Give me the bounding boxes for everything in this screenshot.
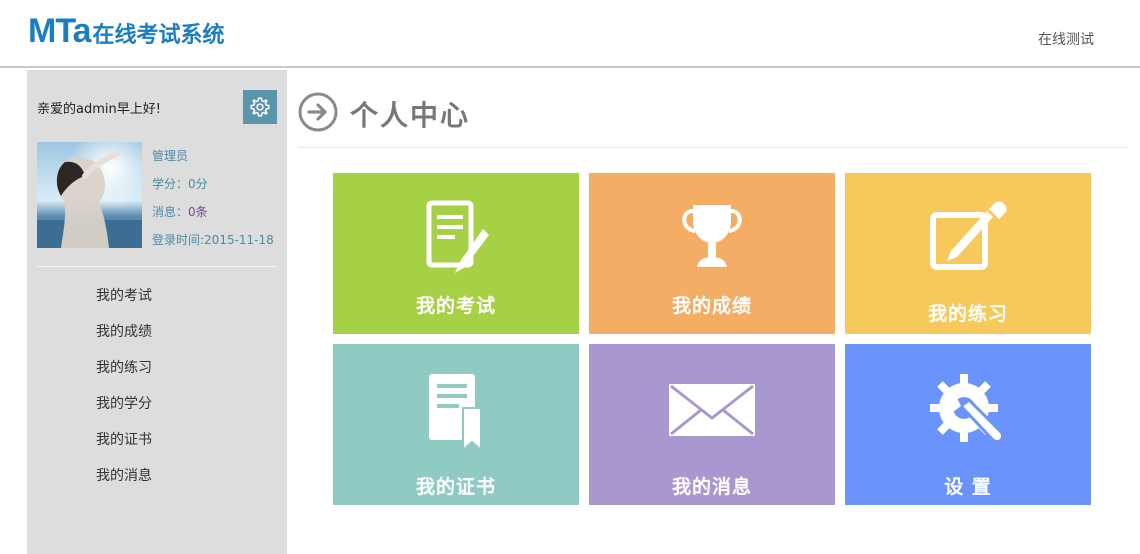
certificate-icon	[429, 374, 482, 452]
sidebar: 亲爱的admin早上好! 管理员 学分：0分 消息：0条 登录时间:2015-1…	[27, 70, 287, 554]
login-value: 2015-11-18	[204, 233, 274, 247]
tile-label: 我的考试	[415, 295, 496, 317]
tile-label: 设 置	[944, 476, 992, 498]
tile-label: 我的成绩	[671, 295, 752, 317]
pencil-square-icon	[930, 201, 1007, 270]
login-label: 登录时间:	[152, 233, 205, 247]
logo-text: 在线考试系统	[92, 23, 225, 48]
logo-mark: MTa	[28, 12, 91, 50]
score-value: 0分	[188, 177, 208, 191]
sidebar-divider	[37, 266, 277, 267]
logo[interactable]: MTa 在线考试系统	[28, 12, 225, 52]
gear-icon	[250, 97, 270, 117]
tile-label: 我的证书	[415, 476, 496, 498]
avatar[interactable]	[37, 142, 142, 248]
tile-settings[interactable]: 设 置	[845, 344, 1091, 505]
tile-my-messages[interactable]: 我的消息	[589, 344, 835, 505]
envelope-icon	[669, 384, 755, 436]
sidebar-item-my-messages[interactable]: 我的消息	[96, 458, 152, 494]
page-header: 个人中心	[298, 88, 1128, 148]
sidebar-item-my-scores[interactable]: 我的成绩	[96, 314, 152, 350]
arrow-right-circle-icon	[298, 92, 338, 132]
messages-value[interactable]: 0条	[188, 205, 208, 219]
messages-label: 消息：	[152, 205, 189, 219]
score-label: 学分：	[152, 177, 189, 191]
settings-wrench-icon	[930, 374, 1004, 443]
tile-label: 我的消息	[671, 476, 752, 498]
score-row: 学分：0分	[152, 170, 274, 198]
user-role[interactable]: 管理员	[152, 142, 274, 170]
sidebar-item-my-exams[interactable]: 我的考试	[96, 278, 152, 314]
user-info: 管理员 学分：0分 消息：0条 登录时间:2015-11-18	[152, 142, 274, 254]
top-header: MTa 在线考试系统 在线测试	[0, 0, 1140, 68]
tile-my-certificates[interactable]: 我的证书	[333, 344, 579, 505]
sidebar-menu: 我的考试 我的成绩 我的练习 我的学分 我的证书 我的消息	[96, 278, 152, 494]
tile-label: 我的练习	[927, 303, 1008, 325]
online-test-link[interactable]: 在线测试	[1038, 29, 1094, 49]
login-time-row: 登录时间:2015-11-18	[152, 226, 274, 254]
settings-button[interactable]	[243, 90, 277, 124]
tile-my-scores[interactable]: 我的成绩	[589, 173, 835, 334]
sidebar-item-my-certificates[interactable]: 我的证书	[96, 422, 152, 458]
exam-edit-icon	[426, 200, 489, 273]
trophy-icon	[682, 205, 742, 267]
sidebar-item-my-credits[interactable]: 我的学分	[96, 386, 152, 422]
greeting-text: 亲爱的admin早上好!	[37, 102, 161, 117]
page-title: 个人中心	[350, 99, 471, 132]
tile-my-practice[interactable]: 我的练习	[845, 173, 1091, 334]
messages-row: 消息：0条	[152, 198, 274, 226]
sidebar-item-my-practice[interactable]: 我的练习	[96, 350, 152, 386]
tile-my-exams[interactable]: 我的考试	[333, 173, 579, 334]
